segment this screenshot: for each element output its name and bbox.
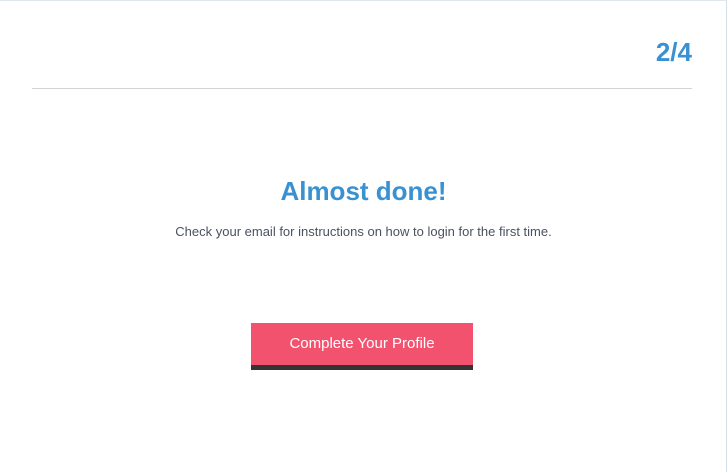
- page-title: Almost done!: [280, 176, 447, 206]
- step-counter: 2/4: [655, 37, 692, 67]
- complete-profile-button[interactable]: Complete Your Profile: [251, 323, 473, 370]
- panel-header: 2/4: [32, 1, 692, 89]
- onboarding-panel: 2/4 Almost done! Check your email for in…: [0, 0, 727, 472]
- instruction-text: Check your email for instructions on how…: [175, 224, 552, 239]
- content-area: Almost done! Check your email for instru…: [0, 173, 727, 241]
